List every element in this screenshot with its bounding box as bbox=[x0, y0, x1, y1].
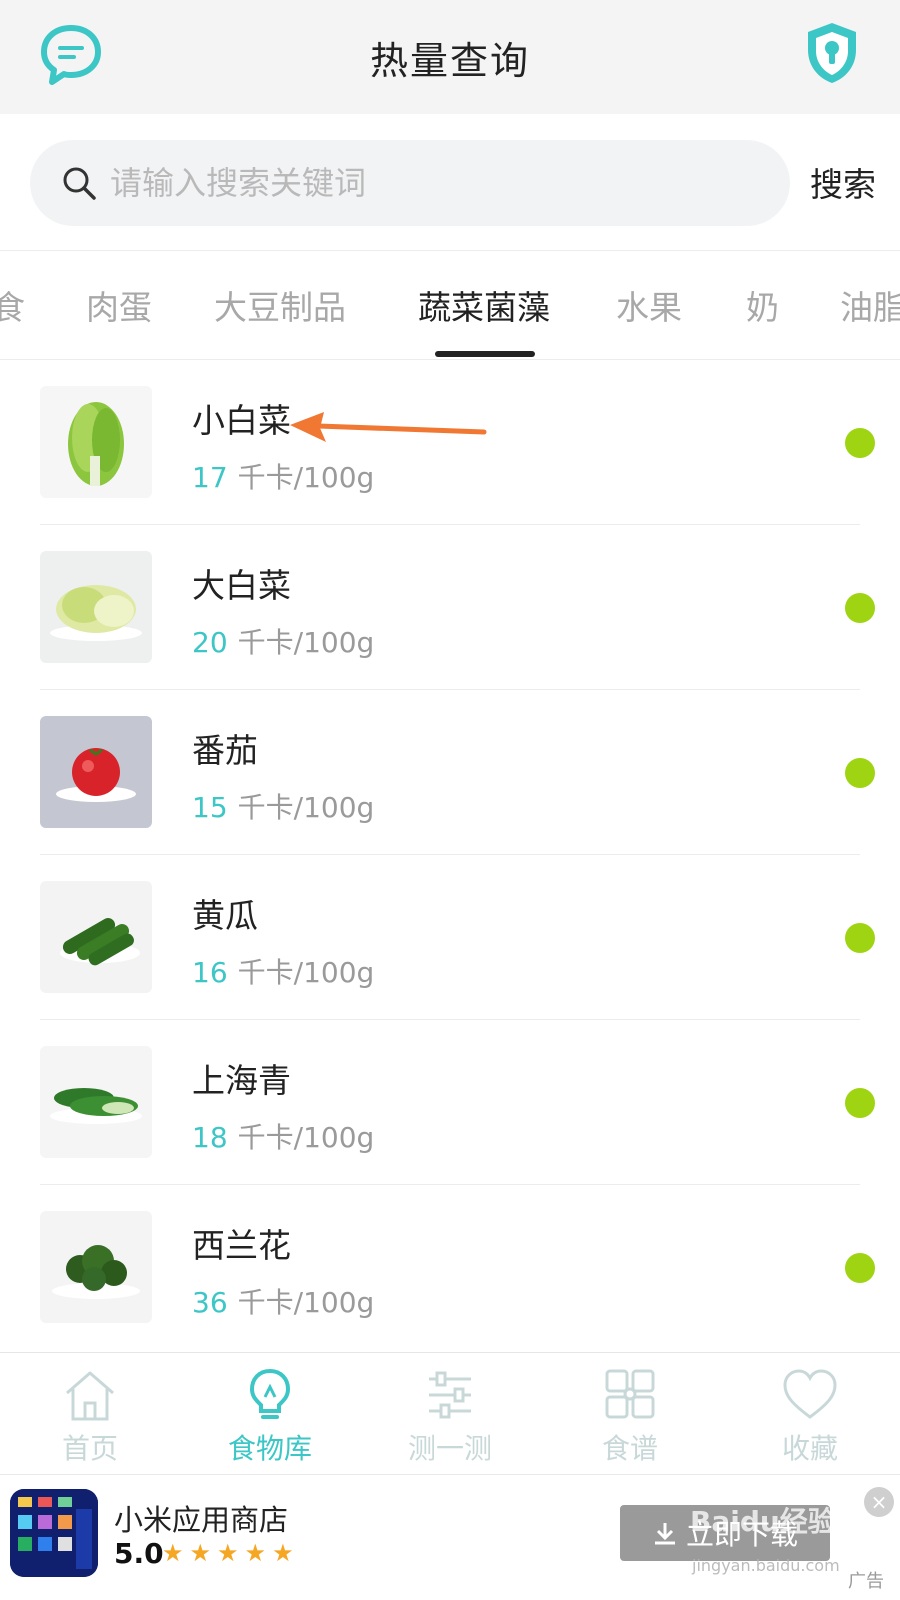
ad-app-name: 小米应用商店 bbox=[114, 1503, 289, 1537]
app-store-icon bbox=[10, 1489, 98, 1577]
tab-soy[interactable]: 大豆制品 bbox=[214, 281, 346, 329]
calorie-value: 17 bbox=[192, 461, 228, 494]
food-calories: 17 千卡/100g bbox=[192, 456, 374, 496]
calorie-unit: 千卡/100g bbox=[237, 1121, 375, 1154]
calorie-unit: 千卡/100g bbox=[237, 791, 375, 824]
calorie-unit: 千卡/100g bbox=[237, 956, 375, 989]
calorie-unit: 千卡/100g bbox=[237, 461, 375, 494]
nav-food-library[interactable]: 食物库 bbox=[180, 1353, 360, 1474]
shanghai-greens-image bbox=[50, 1088, 142, 1124]
status-dot bbox=[845, 758, 875, 788]
calorie-value: 15 bbox=[192, 791, 228, 824]
calorie-value: 36 bbox=[192, 1286, 228, 1319]
lightbulb-icon bbox=[249, 1368, 291, 1419]
ad-stars: ★★★★★ bbox=[162, 1539, 300, 1567]
list-item[interactable]: 西兰花 36 千卡/100g bbox=[0, 1185, 900, 1350]
heart-icon bbox=[783, 1369, 837, 1419]
ad-rating: 5.0 bbox=[114, 1537, 164, 1570]
app: 热量查询 搜索 食 肉蛋 大豆制品 蔬菜菌藻 水果 奶 油脂 bbox=[0, 0, 900, 1600]
tab-milk[interactable]: 奶 bbox=[746, 281, 779, 329]
status-dot bbox=[845, 593, 875, 623]
food-list: 小白菜 17 千卡/100g 大白菜 20 千卡/100g 番茄 15 千卡/1… bbox=[0, 360, 900, 1350]
calorie-value: 18 bbox=[192, 1121, 228, 1154]
tab-meat-egg[interactable]: 肉蛋 bbox=[86, 281, 152, 329]
broccoli-image bbox=[52, 1245, 140, 1299]
food-thumbnail bbox=[40, 1211, 152, 1323]
list-item[interactable]: 黄瓜 16 千卡/100g bbox=[0, 855, 900, 1020]
calorie-unit: 千卡/100g bbox=[237, 626, 375, 659]
cucumber-image bbox=[60, 918, 140, 966]
calorie-value: 16 bbox=[192, 956, 228, 989]
food-name: 小白菜 bbox=[192, 401, 291, 440]
food-calories: 18 千卡/100g bbox=[192, 1116, 374, 1156]
napa-cabbage-image bbox=[50, 585, 142, 641]
search-box[interactable] bbox=[30, 140, 790, 226]
tab-staple[interactable]: 食 bbox=[0, 281, 25, 329]
food-name: 上海青 bbox=[192, 1061, 291, 1100]
watermark-url: jingyan.baidu.com bbox=[692, 1556, 840, 1575]
food-name: 西兰花 bbox=[192, 1226, 291, 1265]
search-button[interactable]: 搜索 bbox=[810, 158, 876, 206]
food-thumbnail bbox=[40, 881, 152, 993]
nav-favorites[interactable]: 收藏 bbox=[720, 1353, 900, 1474]
nav-label: 食谱 bbox=[601, 1432, 658, 1465]
active-tab-indicator bbox=[435, 351, 535, 357]
food-thumbnail bbox=[40, 386, 152, 498]
search-row: 搜索 bbox=[0, 114, 900, 250]
list-item[interactable]: 番茄 15 千卡/100g bbox=[0, 690, 900, 855]
nav-label: 收藏 bbox=[781, 1432, 838, 1465]
sliders-icon bbox=[429, 1371, 471, 1419]
food-thumbnail bbox=[40, 716, 152, 828]
category-tabs: 食 肉蛋 大豆制品 蔬菜菌藻 水果 奶 油脂 bbox=[0, 250, 900, 360]
nav-test[interactable]: 测一测 bbox=[360, 1353, 540, 1474]
shield-lock-icon[interactable] bbox=[804, 20, 860, 86]
calorie-unit: 千卡/100g bbox=[237, 1286, 375, 1319]
food-calories: 16 千卡/100g bbox=[192, 951, 374, 991]
food-calories: 36 千卡/100g bbox=[192, 1281, 374, 1321]
food-thumbnail bbox=[40, 551, 152, 663]
nav-label: 食物库 bbox=[227, 1432, 312, 1465]
home-icon bbox=[66, 1371, 114, 1421]
calorie-value: 20 bbox=[192, 626, 228, 659]
chat-bubble-icon[interactable] bbox=[40, 24, 102, 86]
bottom-nav: 首页 食物库 测一测 食谱 收藏 bbox=[0, 1352, 900, 1474]
food-name: 番茄 bbox=[192, 731, 258, 770]
page-title: 热量查询 bbox=[369, 38, 530, 83]
status-dot bbox=[845, 1088, 875, 1118]
search-icon bbox=[63, 167, 96, 200]
list-item[interactable]: 上海青 18 千卡/100g bbox=[0, 1020, 900, 1185]
food-calories: 15 千卡/100g bbox=[192, 786, 374, 826]
tomato-image bbox=[56, 748, 136, 802]
bok-choy-image bbox=[68, 402, 124, 486]
grid-icon bbox=[605, 1369, 655, 1419]
status-dot bbox=[845, 923, 875, 953]
nav-label: 测一测 bbox=[407, 1432, 492, 1465]
tab-vegetables[interactable]: 蔬菜菌藻 bbox=[418, 281, 550, 329]
status-dot bbox=[845, 1253, 875, 1283]
search-input[interactable] bbox=[110, 164, 710, 202]
close-ad-button[interactable]: × bbox=[864, 1487, 894, 1517]
list-item[interactable]: 大白菜 20 千卡/100g bbox=[0, 525, 900, 690]
nav-home[interactable]: 首页 bbox=[0, 1353, 180, 1474]
watermark-text: Baidu经验 bbox=[690, 1505, 836, 1538]
tab-oil[interactable]: 油脂 bbox=[840, 281, 900, 329]
food-name: 大白菜 bbox=[192, 566, 291, 605]
food-thumbnail bbox=[40, 1046, 152, 1158]
ad-tag: 广告 bbox=[848, 1571, 884, 1592]
annotation-arrow bbox=[290, 412, 487, 442]
status-dot bbox=[845, 428, 875, 458]
nav-label: 首页 bbox=[61, 1432, 118, 1465]
download-icon bbox=[654, 1523, 675, 1545]
food-calories: 20 千卡/100g bbox=[192, 621, 374, 661]
nav-recipes[interactable]: 食谱 bbox=[540, 1353, 720, 1474]
tab-fruit[interactable]: 水果 bbox=[616, 281, 682, 329]
header-bar: 热量查询 bbox=[0, 0, 900, 114]
food-name: 黄瓜 bbox=[192, 896, 258, 935]
